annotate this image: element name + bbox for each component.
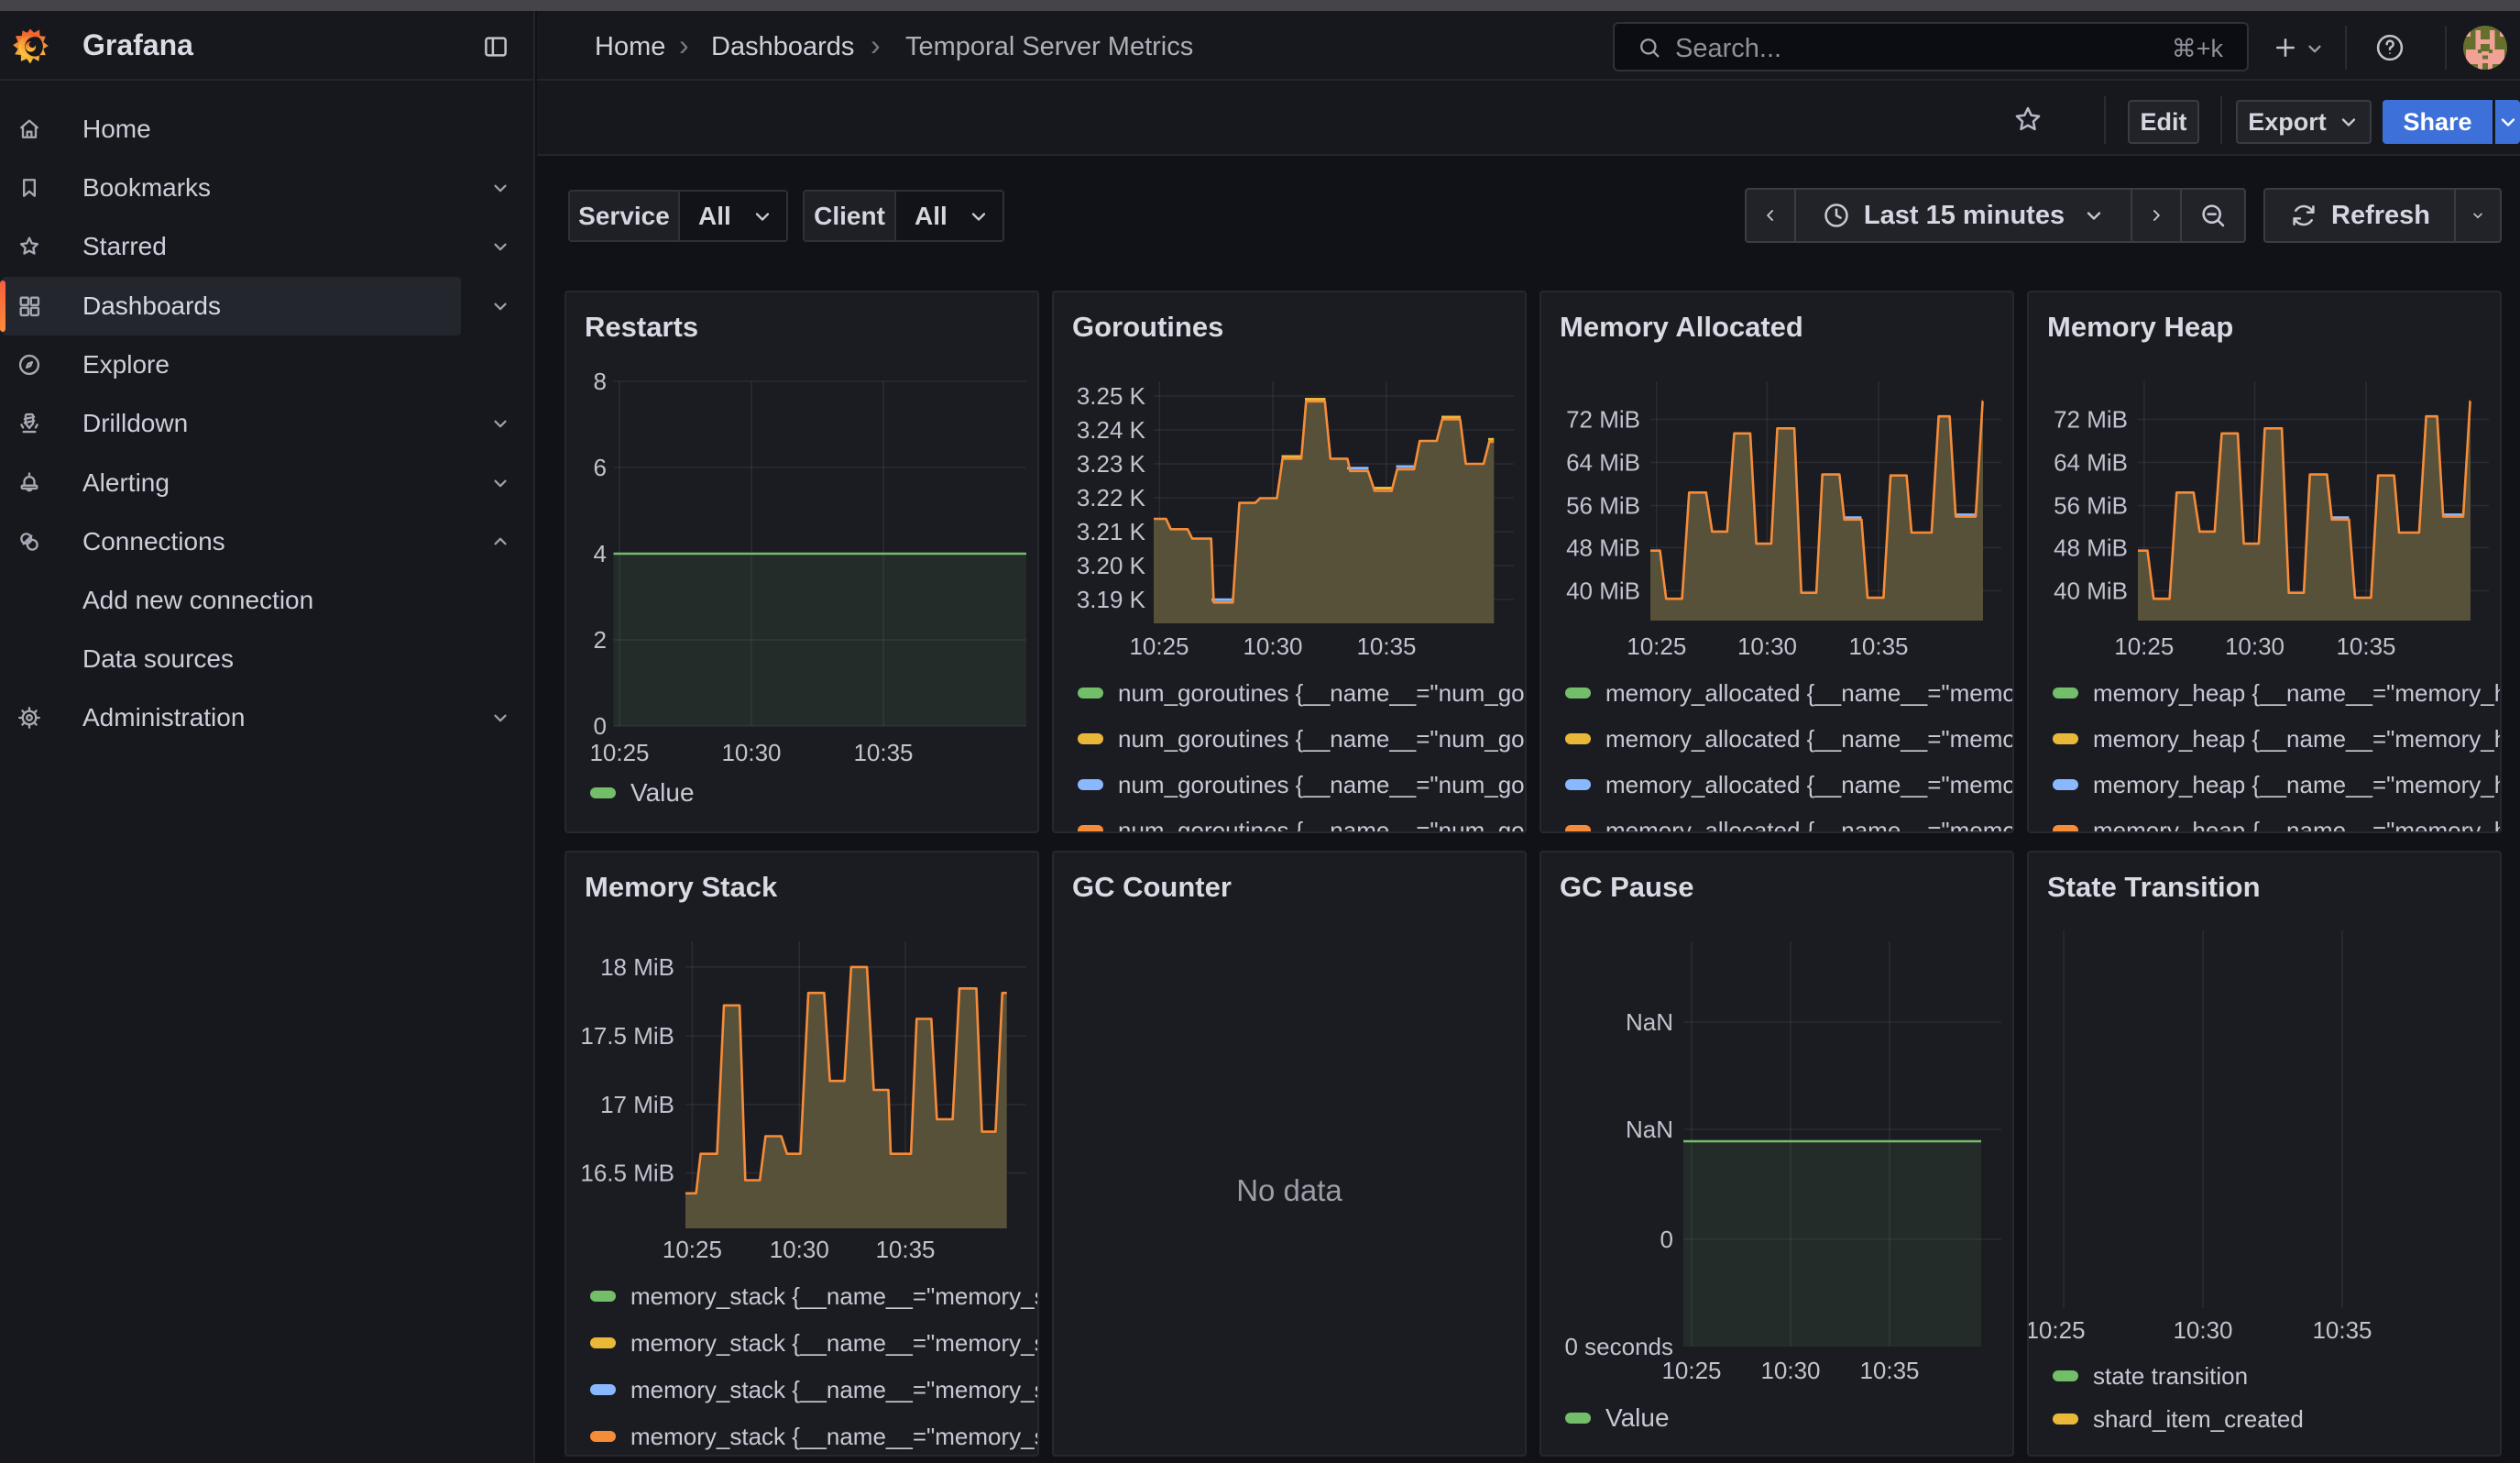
svg-text:8: 8	[594, 368, 607, 395]
svg-text:10:25: 10:25	[663, 1236, 722, 1263]
svg-text:40 MiB: 40 MiB	[2054, 578, 2128, 605]
svg-text:num_goroutines {__name__="num_: num_goroutines {__name__="num_go	[1118, 725, 1525, 753]
svg-text:3.25 K: 3.25 K	[1077, 382, 1146, 410]
svg-text:10:30: 10:30	[770, 1236, 829, 1263]
svg-text:40 MiB: 40 MiB	[1566, 578, 1640, 605]
svg-text:Value: Value	[630, 778, 695, 807]
svg-text:10:35: 10:35	[875, 1236, 935, 1263]
svg-text:72 MiB: 72 MiB	[2054, 406, 2128, 434]
svg-text:3.23 K: 3.23 K	[1077, 450, 1146, 478]
svg-text:memory_allocated {__name__="me: memory_allocated {__name__="memo	[1605, 771, 2012, 798]
svg-text:10:25: 10:25	[1627, 632, 1686, 660]
svg-text:GC Pause: GC Pause	[1560, 871, 1693, 903]
svg-text:10:35: 10:35	[1848, 632, 1908, 660]
svg-text:4: 4	[594, 540, 607, 567]
svg-text:num_goroutines {__name__="num_: num_goroutines {__name__="num_go	[1118, 817, 1525, 831]
svg-text:State Transition: State Transition	[2047, 871, 2261, 903]
svg-text:memory_allocated {__name__="me: memory_allocated {__name__="memo	[1605, 679, 2012, 707]
svg-text:56 MiB: 56 MiB	[1566, 492, 1640, 520]
svg-text:3.20 K: 3.20 K	[1077, 552, 1146, 579]
svg-text:Restarts: Restarts	[585, 311, 698, 343]
svg-text:17 MiB: 17 MiB	[600, 1091, 674, 1118]
svg-text:shard_item_created: shard_item_created	[2093, 1405, 2304, 1433]
svg-text:48 MiB: 48 MiB	[1566, 534, 1640, 561]
svg-text:Value: Value	[1605, 1403, 1670, 1432]
svg-text:10:30: 10:30	[1243, 632, 1302, 660]
svg-text:16.5 MiB: 16.5 MiB	[580, 1160, 674, 1187]
svg-text:3.24 K: 3.24 K	[1077, 416, 1146, 444]
svg-text:memory_allocated {__name__="me: memory_allocated {__name__="memo	[1605, 725, 2012, 753]
svg-text:0: 0	[1660, 1226, 1673, 1253]
svg-text:num_goroutines {__name__="num_: num_goroutines {__name__="num_go	[1118, 679, 1525, 707]
svg-text:memory_heap {__name__="memory_: memory_heap {__name__="memory_h	[2093, 679, 2500, 707]
svg-text:10:25: 10:25	[2029, 1316, 2086, 1344]
svg-text:0: 0	[594, 712, 607, 740]
svg-text:3.21 K: 3.21 K	[1077, 518, 1146, 545]
svg-text:num_goroutines {__name__="num_: num_goroutines {__name__="num_go	[1118, 771, 1525, 798]
svg-text:10:35: 10:35	[2336, 632, 2395, 660]
svg-text:10:25: 10:25	[589, 739, 649, 766]
svg-text:2: 2	[594, 626, 607, 654]
svg-text:memory_stack {__name__="memory: memory_stack {__name__="memory_s	[630, 1282, 1037, 1310]
svg-text:3.22 K: 3.22 K	[1077, 484, 1146, 512]
svg-text:10:30: 10:30	[721, 739, 781, 766]
svg-text:Memory Heap: Memory Heap	[2047, 311, 2233, 343]
svg-text:10:35: 10:35	[1356, 632, 1416, 660]
svg-text:memory_heap {__name__="memory_: memory_heap {__name__="memory_h	[2093, 817, 2500, 831]
svg-text:10:35: 10:35	[853, 739, 913, 766]
svg-text:NaN: NaN	[1626, 1116, 1673, 1143]
svg-text:No data: No data	[1236, 1173, 1342, 1207]
svg-text:memory_stack {__name__="memory: memory_stack {__name__="memory_s	[630, 1423, 1037, 1450]
svg-text:10:25: 10:25	[1661, 1357, 1721, 1384]
svg-text:17.5 MiB: 17.5 MiB	[580, 1022, 674, 1050]
svg-text:56 MiB: 56 MiB	[2054, 492, 2128, 520]
svg-text:0 seconds: 0 seconds	[1564, 1333, 1673, 1360]
svg-text:10:30: 10:30	[2225, 632, 2284, 660]
svg-text:10:35: 10:35	[2312, 1316, 2372, 1344]
svg-text:Memory Allocated: Memory Allocated	[1560, 311, 1803, 343]
svg-text:64 MiB: 64 MiB	[1566, 449, 1640, 477]
svg-text:72 MiB: 72 MiB	[1566, 406, 1640, 434]
svg-text:10:25: 10:25	[1129, 632, 1189, 660]
svg-text:18 MiB: 18 MiB	[600, 953, 674, 981]
svg-text:10:25: 10:25	[2114, 632, 2174, 660]
svg-text:NaN: NaN	[1626, 1008, 1673, 1036]
svg-text:Goroutines: Goroutines	[1072, 311, 1223, 343]
svg-text:64 MiB: 64 MiB	[2054, 449, 2128, 477]
svg-text:GC Counter: GC Counter	[1072, 871, 1232, 903]
svg-text:memory_stack {__name__="memory: memory_stack {__name__="memory_s	[630, 1329, 1037, 1357]
svg-text:state transition: state transition	[2093, 1362, 2248, 1390]
svg-text:10:30: 10:30	[1737, 632, 1797, 660]
svg-text:10:30: 10:30	[1760, 1357, 1820, 1384]
svg-text:memory_allocated {__name__="me: memory_allocated {__name__="memo	[1605, 817, 2012, 831]
svg-text:10:30: 10:30	[2173, 1316, 2232, 1344]
svg-text:3.19 K: 3.19 K	[1077, 586, 1146, 613]
svg-text:memory_stack {__name__="memory: memory_stack {__name__="memory_s	[630, 1376, 1037, 1403]
svg-text:6: 6	[594, 454, 607, 481]
svg-text:10:35: 10:35	[1859, 1357, 1919, 1384]
svg-text:Memory Stack: Memory Stack	[585, 871, 778, 903]
svg-text:48 MiB: 48 MiB	[2054, 534, 2128, 561]
svg-text:memory_heap {__name__="memory_: memory_heap {__name__="memory_h	[2093, 771, 2500, 798]
svg-text:memory_heap {__name__="memory_: memory_heap {__name__="memory_h	[2093, 725, 2500, 753]
